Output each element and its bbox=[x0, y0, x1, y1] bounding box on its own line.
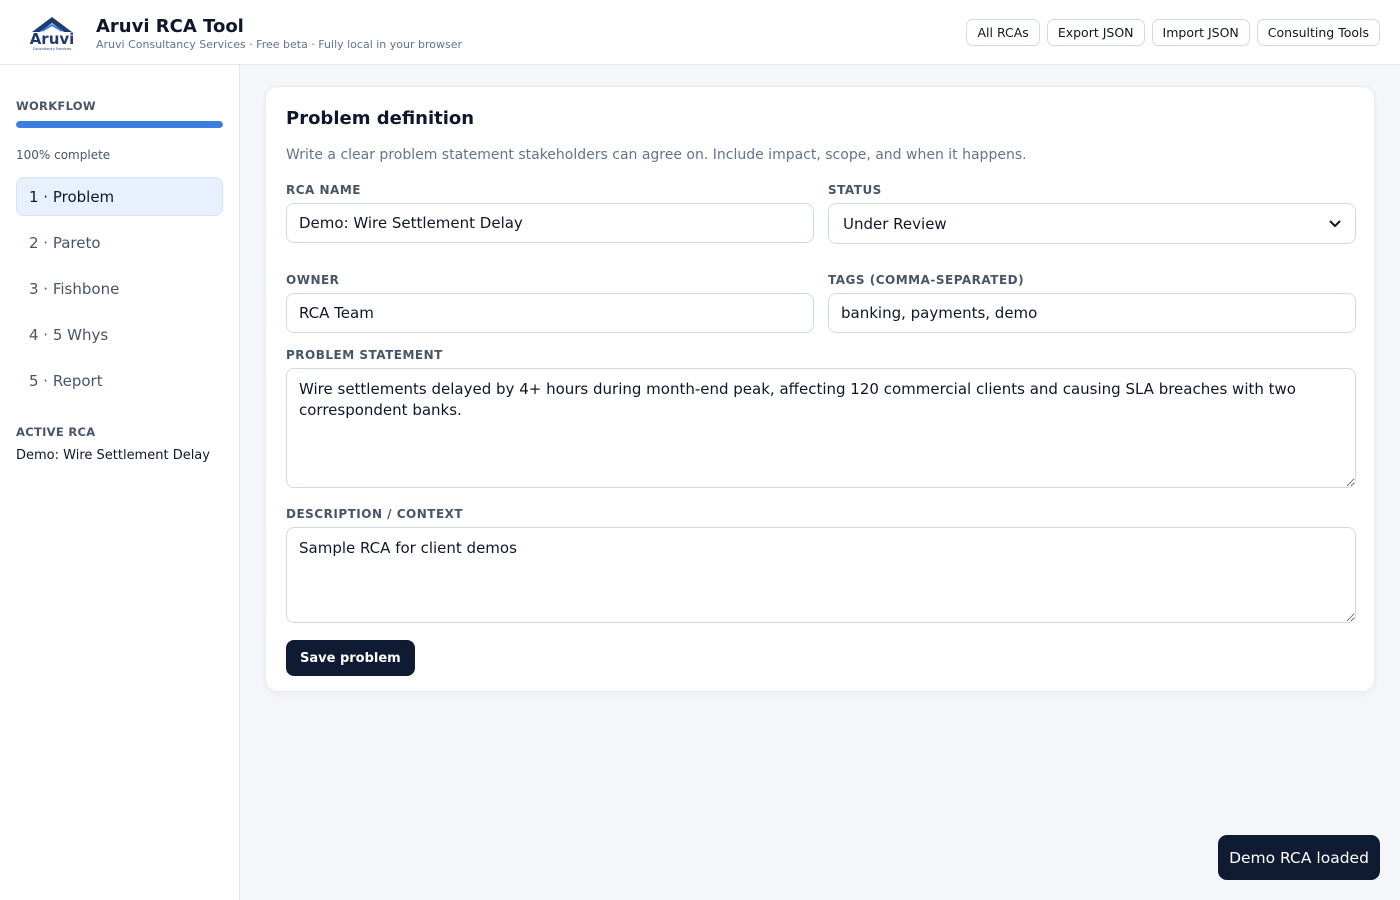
logo-wordmark: Aruvi bbox=[30, 30, 75, 48]
rca-name-label: RCA NAME bbox=[286, 183, 361, 197]
workflow-progress-fill bbox=[16, 121, 223, 128]
page-title: Problem definition bbox=[286, 108, 475, 129]
page-description: Write a clear problem statement stakehol… bbox=[286, 147, 1027, 163]
chevron-down-icon bbox=[1329, 220, 1341, 227]
consulting-tools-button[interactable]: Consulting Tools bbox=[1256, 19, 1380, 46]
aruvi-logo: Aruvi Consultancy Services bbox=[30, 17, 75, 51]
step-problem[interactable]: 1 · Problem bbox=[16, 177, 223, 216]
sidebar: WORKFLOW 100% complete 1 · Problem 2 · P… bbox=[0, 65, 240, 900]
logo-subtext: Consultancy Services bbox=[33, 47, 72, 51]
all-rcas-button[interactable]: All RCAs bbox=[966, 19, 1040, 46]
problem-statement-textarea[interactable]: Wire settlements delayed by 4+ hours dur… bbox=[286, 368, 1356, 488]
header-actions: All RCAs Export JSON Import JSON Consult… bbox=[966, 19, 1380, 46]
workflow-label: WORKFLOW bbox=[16, 99, 96, 113]
description-label: DESCRIPTION / CONTEXT bbox=[286, 507, 464, 521]
save-problem-button[interactable]: Save problem bbox=[286, 640, 415, 676]
toast-notification: Demo RCA loaded bbox=[1218, 835, 1380, 880]
step-report[interactable]: 5 · Report bbox=[16, 361, 223, 400]
step-fishbone[interactable]: 3 · Fishbone bbox=[16, 269, 223, 308]
app-header: Aruvi Consultancy Services Aruvi RCA Too… bbox=[0, 0, 1400, 65]
problem-statement-label: PROBLEM STATEMENT bbox=[286, 348, 443, 362]
owner-input[interactable] bbox=[286, 293, 814, 333]
owner-label: OWNER bbox=[286, 273, 340, 287]
tags-input[interactable] bbox=[828, 293, 1356, 333]
tags-label: TAGS (COMMA-SEPARATED) bbox=[828, 273, 1025, 287]
workflow-steps: 1 · Problem 2 · Pareto 3 · Fishbone 4 · … bbox=[16, 177, 223, 407]
export-json-button[interactable]: Export JSON bbox=[1046, 19, 1145, 46]
status-label: STATUS bbox=[828, 183, 882, 197]
problem-definition-card: Problem definition Write a clear problem… bbox=[265, 86, 1375, 692]
rca-name-input[interactable] bbox=[286, 203, 814, 243]
description-textarea[interactable]: Sample RCA for client demos bbox=[286, 527, 1356, 623]
active-rca-name: Demo: Wire Settlement Delay bbox=[16, 448, 210, 463]
step-pareto[interactable]: 2 · Pareto bbox=[16, 223, 223, 262]
app-subtitle: Aruvi Consultancy Services · Free beta ·… bbox=[96, 38, 463, 51]
import-json-button[interactable]: Import JSON bbox=[1151, 19, 1250, 46]
step-5-whys[interactable]: 4 · 5 Whys bbox=[16, 315, 223, 354]
workflow-progress-bar bbox=[16, 121, 223, 128]
active-rca-label: ACTIVE RCA bbox=[16, 425, 96, 439]
progress-text: 100% complete bbox=[16, 148, 111, 162]
app-title: Aruvi RCA Tool bbox=[96, 16, 244, 37]
status-selected-value: Under Review bbox=[843, 214, 947, 233]
status-select[interactable]: Under Review bbox=[828, 203, 1356, 244]
